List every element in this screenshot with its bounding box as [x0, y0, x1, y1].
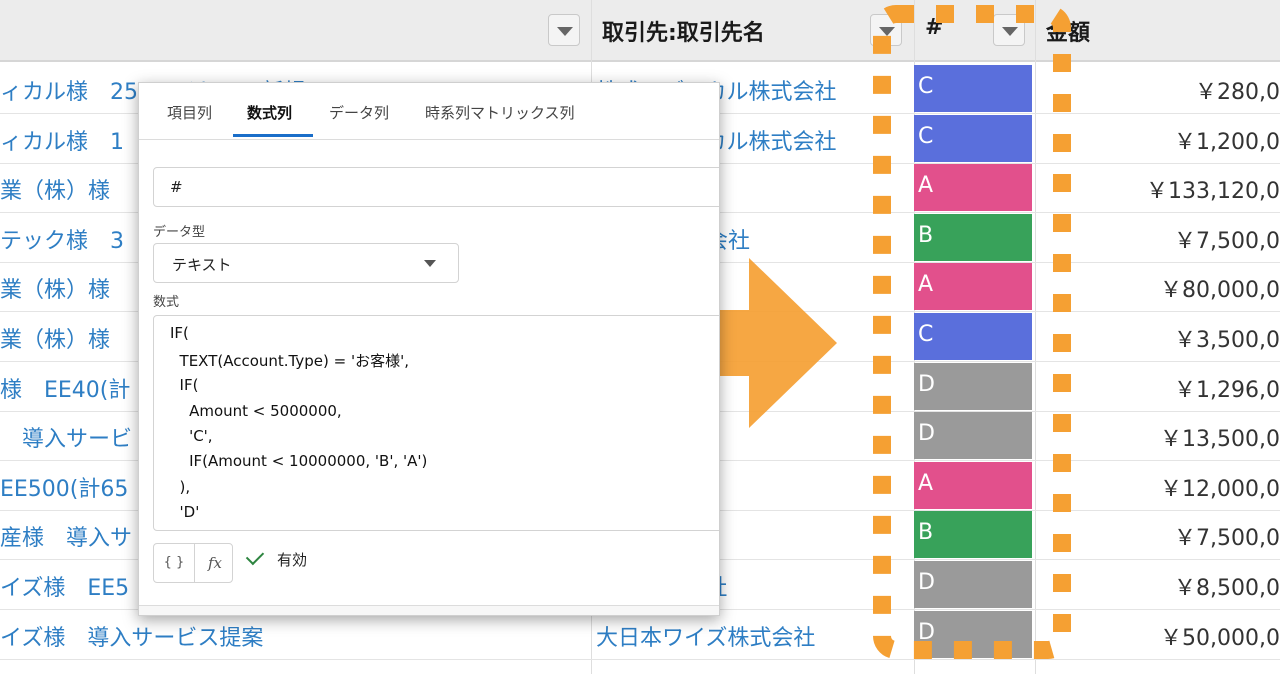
formula-line: IF( [170, 324, 189, 342]
dialog-tabs: 項目列 数式列 データ列 時系列マトリックス列 [139, 83, 719, 140]
braces-icon[interactable]: { } [154, 544, 194, 582]
tab-field-column[interactable]: 項目列 [167, 102, 212, 123]
account-name-link[interactable]: 大日本ワイズ株式会社 [596, 620, 912, 652]
function-icon[interactable]: fx [194, 544, 235, 582]
formula-line: 'D' [170, 503, 200, 521]
formula-line: IF( [170, 376, 199, 394]
valid-label: 有効 [277, 551, 308, 569]
formula-line: Amount < 5000000, [170, 402, 342, 420]
col1-menu-button[interactable] [548, 14, 580, 46]
dialog-footer [139, 605, 719, 615]
data-type-select[interactable]: テキスト [153, 243, 459, 283]
formula-line: TEXT(Account.Type) = 'お客様', [170, 352, 409, 370]
checkmark-icon [245, 546, 265, 566]
tab-timeseries-matrix-column[interactable]: 時系列マトリックス列 [425, 102, 575, 123]
tab-data-column[interactable]: データ列 [329, 102, 389, 123]
formula-line: ) [170, 528, 176, 530]
formula-line: ), [170, 478, 191, 496]
formula-editor[interactable]: IF( TEXT(Account.Type) = 'お客様', IF( Amou… [153, 315, 719, 531]
column-header-account[interactable]: 取引先:取引先名 [602, 15, 765, 47]
formula-valid-status: 有効 [245, 546, 308, 570]
formula-label: 数式 [153, 295, 180, 310]
formula-line: 'C', [170, 427, 213, 445]
tab-formula-column[interactable]: 数式列 [247, 102, 292, 123]
annotation-highlight-frame [873, 5, 1071, 659]
opportunity-name-link[interactable]: イズ様 導入サービス提案 [0, 620, 588, 652]
chevron-down-icon [424, 260, 436, 267]
data-type-label: データ型 [153, 225, 206, 240]
formula-toolbar: { } fx [153, 543, 233, 583]
column-name-field[interactable]: # [153, 167, 719, 207]
table-row: イズ様 導入サービス提案 大日本ワイズ株式会社 D ￥50,000,0 [0, 610, 1280, 660]
formula-line: IF(Amount < 10000000, 'B', 'A') [170, 452, 428, 470]
formula-column-dialog: 項目列 数式列 データ列 時系列マトリックス列 # データ型 テキスト 数式 I… [138, 82, 720, 616]
data-type-value: テキスト [172, 256, 232, 274]
table-header-col2: 取引先:取引先名 [592, 0, 914, 62]
chevron-down-icon [557, 27, 573, 36]
table-header-col1 [0, 0, 591, 62]
active-tab-indicator [233, 134, 313, 137]
